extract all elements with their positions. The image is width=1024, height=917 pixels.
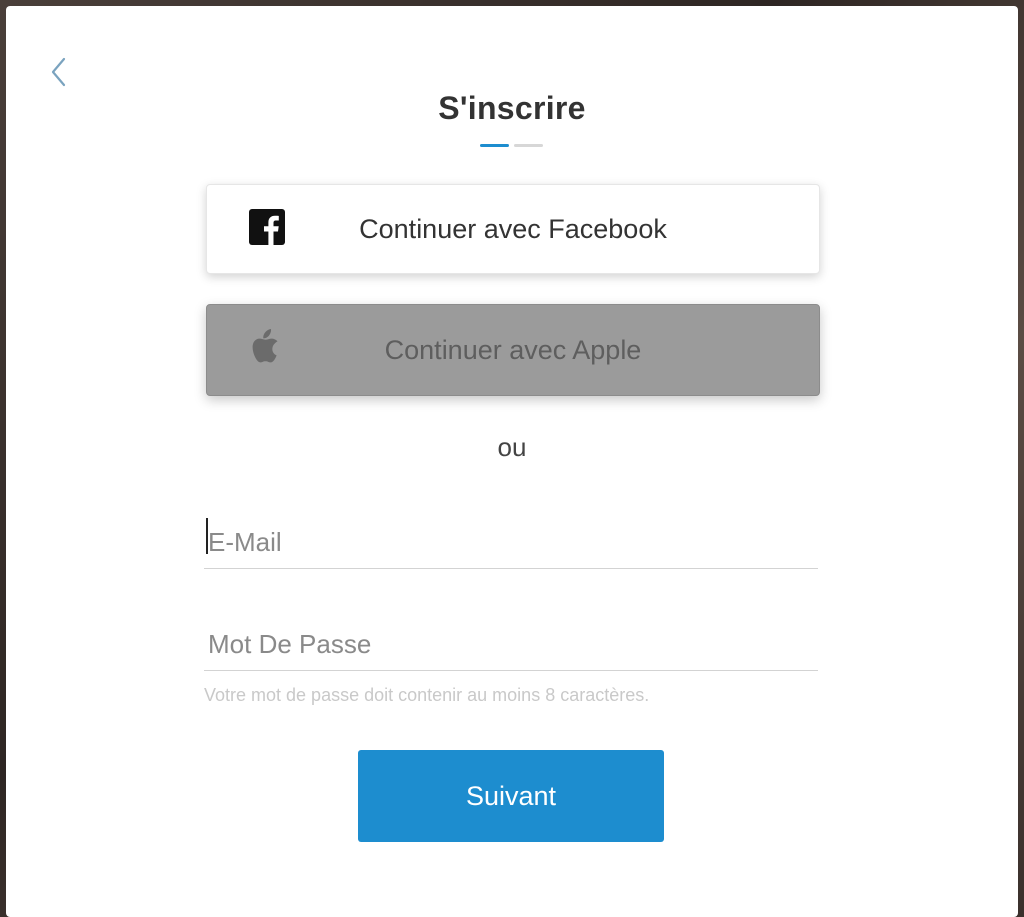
apple-login-button[interactable]: Continuer avec Apple [206, 304, 820, 396]
apple-button-label: Continuer avec Apple [384, 334, 642, 365]
signup-modal: S'inscrire Continuer avec Facebook Conti… [6, 6, 1018, 917]
facebook-button-label: Continuer avec Facebook [359, 213, 667, 244]
password-input[interactable] [208, 629, 808, 660]
step-2-inactive [514, 144, 543, 147]
page-title: S'inscrire [438, 90, 586, 126]
next-button[interactable]: Suivant [358, 750, 664, 842]
step-indicator [480, 144, 544, 148]
email-field-container [204, 502, 818, 569]
or-separator: ou [497, 432, 527, 462]
password-hint: Votre mot de passe doit contenir au moin… [204, 685, 650, 705]
email-input[interactable] [208, 527, 808, 558]
chevron-left-icon [51, 57, 66, 87]
back-button[interactable] [46, 54, 74, 90]
facebook-login-button[interactable]: Continuer avec Facebook [206, 184, 820, 274]
password-field-container [204, 604, 818, 671]
step-1-active [480, 144, 509, 147]
